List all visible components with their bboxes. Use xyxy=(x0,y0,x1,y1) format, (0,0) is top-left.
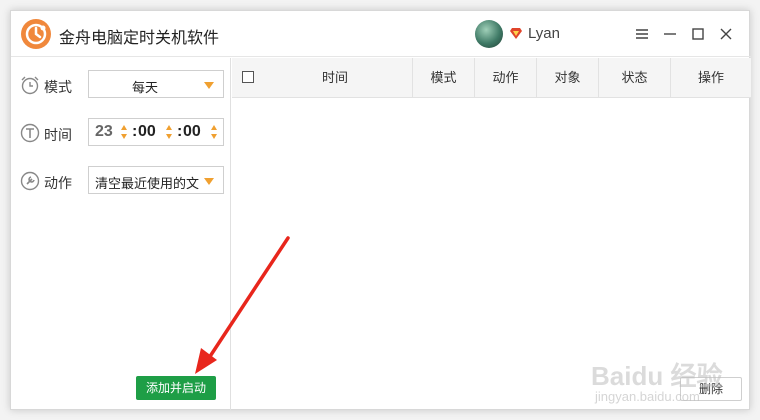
alarm-clock-icon xyxy=(21,76,39,95)
column-header-status: 状态 xyxy=(598,58,670,98)
add-and-start-button[interactable]: 添加并启动 xyxy=(136,376,216,400)
column-header-target: 对象 xyxy=(536,58,598,98)
time-label: 时间 xyxy=(44,127,72,143)
time-separator: : xyxy=(132,123,138,140)
vip-diamond-icon xyxy=(510,28,522,39)
select-all-checkbox[interactable] xyxy=(242,71,254,83)
minute-field[interactable]: 00 xyxy=(138,123,156,141)
column-time-label: 时间 xyxy=(322,70,349,85)
app-logo-icon xyxy=(21,19,51,49)
table-header: 时间 模式 动作 对象 状态 操作 xyxy=(232,58,751,98)
column-header-operation: 操作 xyxy=(670,58,751,98)
avatar[interactable] xyxy=(475,20,503,48)
second-field[interactable]: 00 xyxy=(183,123,201,141)
hour-stepper[interactable] xyxy=(121,125,129,141)
menu-icon[interactable] xyxy=(631,23,653,45)
wrench-icon xyxy=(20,171,40,191)
minute-stepper[interactable] xyxy=(166,125,174,141)
action-value: 清空最近使用的文... xyxy=(95,176,199,191)
column-header-action: 动作 xyxy=(474,58,536,98)
time-icon xyxy=(20,123,40,143)
mode-select[interactable]: 每天 xyxy=(88,70,224,98)
app-window: 金舟电脑定时关机软件 Lyan 模式 每天 时间 23: 00: 00 动作… xyxy=(10,10,751,411)
close-icon[interactable] xyxy=(715,23,737,45)
maximize-icon[interactable] xyxy=(687,23,709,45)
username[interactable]: Lyan xyxy=(528,25,560,42)
column-header-mode: 模式 xyxy=(412,58,474,98)
mode-value: 每天 xyxy=(131,80,158,95)
hour-field[interactable]: 23 xyxy=(95,123,113,141)
action-label: 动作 xyxy=(44,175,72,191)
annotation-arrow-icon xyxy=(195,236,290,374)
title-bar: 金舟电脑定时关机软件 Lyan xyxy=(11,11,751,57)
time-picker: 23 : 00 : 00 xyxy=(88,118,224,146)
column-header-time: 时间 xyxy=(232,58,412,98)
app-title: 金舟电脑定时关机软件 xyxy=(59,30,220,47)
mode-label: 模式 xyxy=(44,79,72,95)
watermark-url: jingyan.baidu.com xyxy=(595,389,700,404)
minimize-icon[interactable] xyxy=(659,23,681,45)
time-separator: : xyxy=(177,123,183,140)
watermark: Baidu 经验 xyxy=(591,361,723,391)
action-select[interactable]: 清空最近使用的文... xyxy=(88,166,224,194)
chevron-down-icon xyxy=(204,178,214,185)
second-stepper[interactable] xyxy=(211,125,219,141)
chevron-down-icon xyxy=(204,82,214,89)
